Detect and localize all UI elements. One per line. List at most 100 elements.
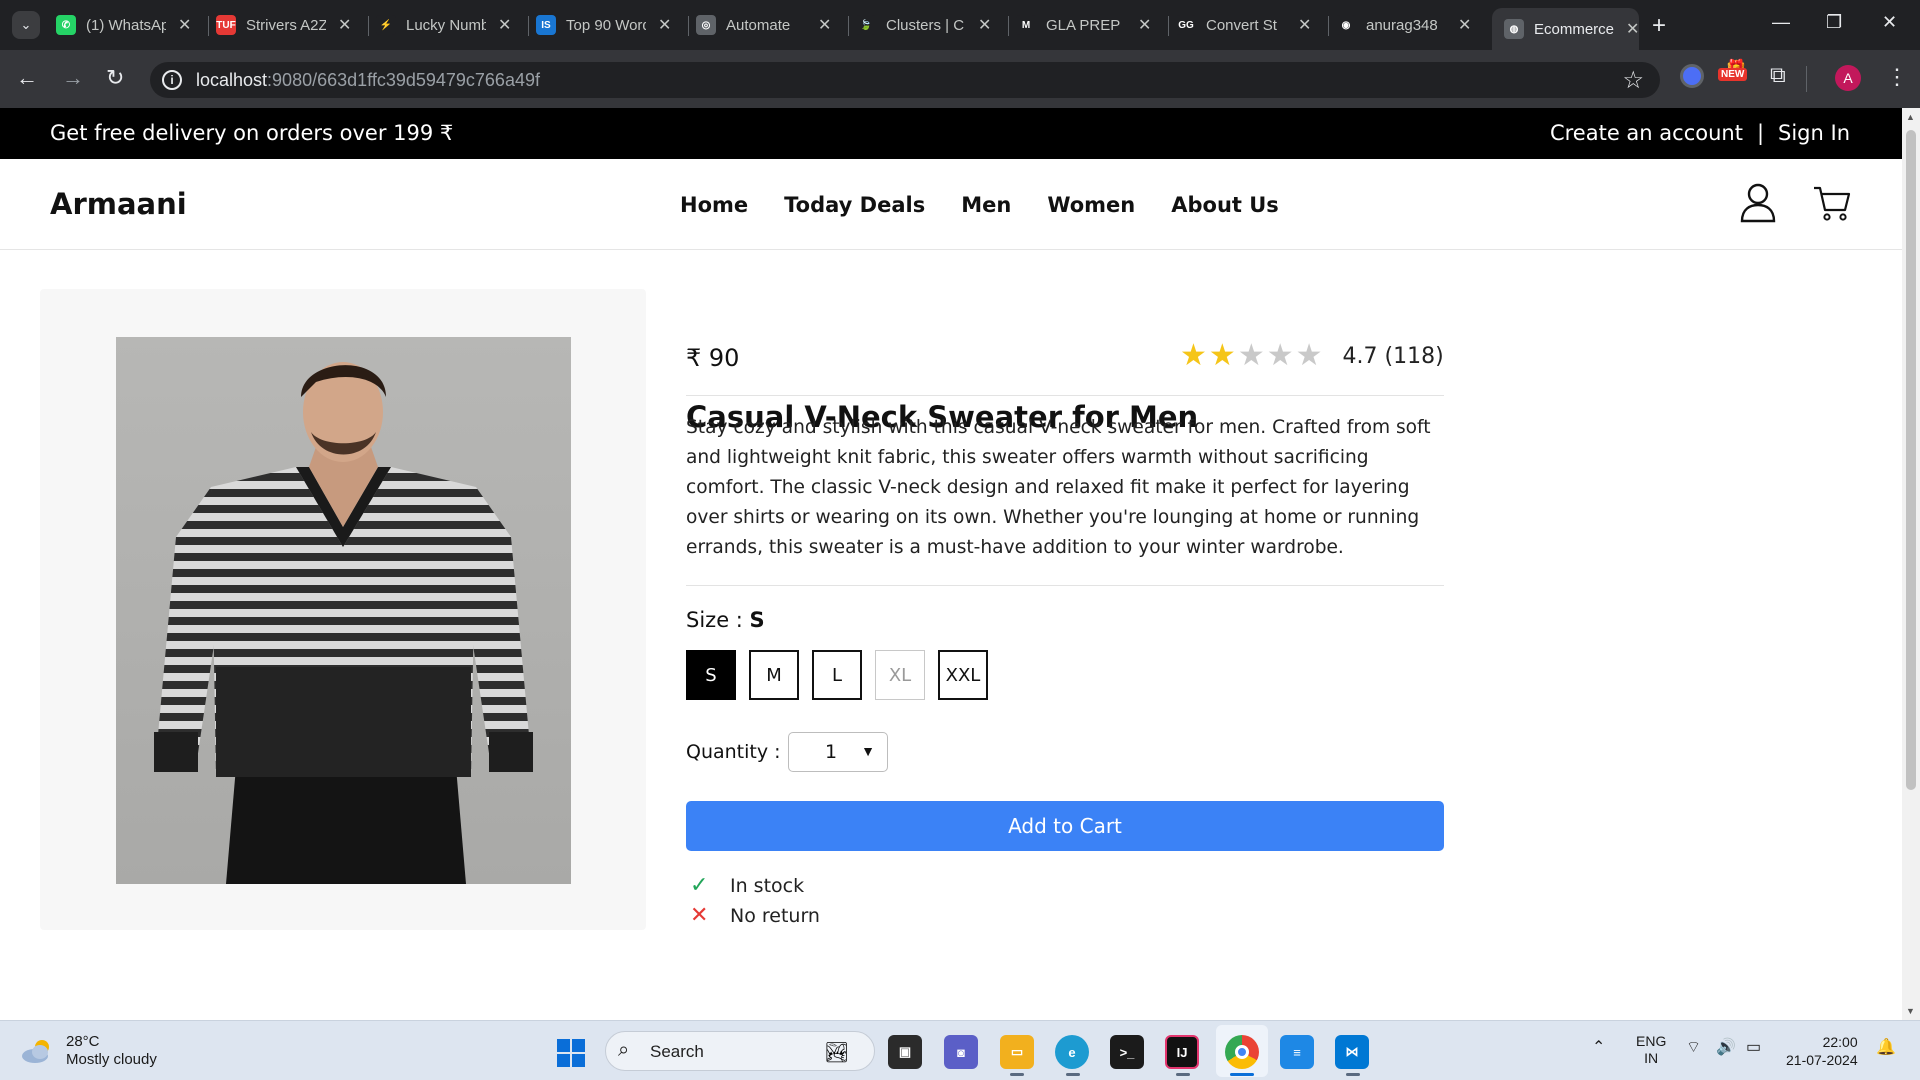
scrollbar-thumb[interactable]	[1906, 130, 1916, 790]
nav-home[interactable]: Home	[680, 193, 748, 217]
tab-close-icon[interactable]: ✕	[498, 15, 511, 35]
nav-about-us[interactable]: About Us	[1171, 193, 1279, 217]
whatsapp-icon: ✆	[56, 15, 76, 35]
app-indicator	[1346, 1073, 1360, 1076]
windows-start-icon[interactable]	[557, 1039, 585, 1067]
language-indicator[interactable]: ENG IN	[1636, 1033, 1666, 1067]
restore-button[interactable]: ❐	[1826, 12, 1842, 33]
github-icon: ◉	[1336, 15, 1356, 35]
address-bar[interactable]: i localhost:9080/663d1ffc39d59479c766a49…	[150, 62, 1660, 98]
openai-icon: ◎	[696, 15, 716, 35]
windows-taskbar: 28°C Mostly cloudy ⌕ Search 🏞 ▣ ◙ ▭ e >_…	[0, 1020, 1920, 1080]
browser-tab[interactable]: GG Convert St ✕	[1176, 8, 1311, 42]
scroll-up-arrow-icon[interactable]: ▲	[1906, 112, 1915, 122]
extensions-puzzle-icon[interactable]: ⧉	[1770, 62, 1786, 88]
globe-icon: ◍	[1504, 19, 1524, 39]
mongodb-icon: 🍃	[856, 15, 876, 35]
app-indicator	[1066, 1073, 1080, 1076]
gmail-icon: M	[1016, 15, 1036, 35]
page-scrollbar[interactable]: ▲ ▼	[1902, 108, 1920, 1020]
new-tab-button[interactable]: +	[1652, 12, 1666, 40]
tab-title: Strivers A2Z	[246, 16, 326, 34]
tab-separator	[1008, 16, 1009, 36]
extension-cursor-icon[interactable]	[1680, 64, 1704, 88]
tab-close-icon[interactable]: ✕	[1138, 15, 1151, 35]
tab-title: Ecommerce	[1534, 20, 1614, 38]
browser-tab[interactable]: ◍ Ecommerce ✕	[1492, 8, 1640, 50]
teams-chat-icon[interactable]: ◙	[944, 1035, 978, 1069]
battery-icon[interactable]: ▭	[1746, 1039, 1761, 1056]
tab-title: Top 90 Words	[566, 16, 646, 34]
tab-search-button[interactable]: ⌄	[12, 11, 40, 39]
browser-tab[interactable]: ✆ (1) WhatsApp ✕	[56, 8, 191, 42]
is-icon: IS	[536, 15, 556, 35]
tab-title: (1) WhatsApp	[86, 16, 166, 34]
clock-date: 21-07-2024	[1786, 1052, 1858, 1068]
nav-men[interactable]: Men	[961, 193, 1011, 217]
url-text[interactable]: localhost:9080/663d1ffc39d59479c766a49f	[196, 70, 540, 91]
tuf-icon: TUF	[216, 15, 236, 35]
lucky-number-icon: ⚡	[376, 15, 396, 35]
bookmark-star-icon[interactable]: ☆	[1622, 66, 1644, 95]
nav-women[interactable]: Women	[1047, 193, 1135, 217]
browser-tab[interactable]: ◉ anurag348 ✕	[1336, 8, 1471, 42]
file-explorer-icon[interactable]: ▭	[1000, 1035, 1034, 1069]
tab-title: anurag348	[1366, 16, 1438, 34]
notepad-icon[interactable]: ≡	[1280, 1035, 1314, 1069]
tab-close-icon[interactable]: ✕	[818, 15, 831, 35]
forward-button[interactable]: →	[62, 66, 84, 90]
tab-title: GLA PREP	[1046, 16, 1121, 34]
browser-tab[interactable]: ◎ Automate ✕	[696, 8, 831, 42]
account-links-separator: |	[1756, 121, 1765, 145]
tab-close-icon[interactable]: ✕	[658, 15, 671, 35]
browser-tab[interactable]: ⚡ Lucky Number ✕	[376, 8, 511, 42]
search-highlight-icon: 🏞	[824, 1042, 850, 1064]
chrome-icon[interactable]	[1225, 1035, 1259, 1069]
chevron-up-icon[interactable]: ⌃	[1592, 1039, 1605, 1056]
terminal-icon[interactable]: >_	[1110, 1035, 1144, 1069]
vscode-icon[interactable]: ⋈	[1335, 1035, 1369, 1069]
toolbar-divider	[1806, 66, 1807, 92]
browser-tab[interactable]: IS Top 90 Words ✕	[536, 8, 671, 42]
nav-today-deals[interactable]: Today Deals	[784, 193, 925, 217]
taskbar-search[interactable]: ⌕ Search 🏞	[605, 1031, 875, 1071]
system-clock[interactable]: 22:00 21-07-2024	[1786, 1033, 1858, 1069]
sign-in-link[interactable]: Sign In	[1778, 121, 1850, 145]
tab-close-icon[interactable]: ✕	[338, 15, 351, 35]
tab-close-icon[interactable]: ✕	[1626, 19, 1639, 39]
task-view-icon[interactable]: ▣	[888, 1035, 922, 1069]
browser-menu-icon[interactable]: ⋮	[1886, 64, 1908, 90]
tab-title: Lucky Number	[406, 16, 486, 34]
minimize-button[interactable]: —	[1772, 12, 1790, 33]
tab-close-icon[interactable]: ✕	[1458, 15, 1471, 35]
weather-widget[interactable]: 28°C Mostly cloudy	[20, 1033, 157, 1069]
app-indicator-active	[1230, 1073, 1254, 1076]
new-badge[interactable]: NEW	[1718, 68, 1748, 81]
tab-separator	[1168, 16, 1169, 36]
user-icon[interactable]	[1740, 183, 1776, 223]
cart-icon[interactable]	[1812, 183, 1852, 223]
edge-browser-icon[interactable]: e	[1055, 1035, 1089, 1069]
tab-close-icon[interactable]: ✕	[178, 15, 191, 35]
back-button[interactable]: ←	[16, 66, 38, 90]
intellij-icon[interactable]: IJ	[1165, 1035, 1199, 1069]
clock-time: 22:00	[1822, 1034, 1858, 1050]
volume-icon[interactable]: 🔊	[1716, 1039, 1736, 1056]
browser-tab[interactable]: 🍃 Clusters | C ✕	[856, 8, 991, 42]
site-info-icon[interactable]: i	[162, 70, 182, 90]
brand-logo[interactable]: Armaani	[50, 187, 187, 221]
tab-close-icon[interactable]: ✕	[978, 15, 991, 35]
scroll-down-arrow-icon[interactable]: ▼	[1906, 1006, 1915, 1016]
account-links: Create an account | Sign In	[1550, 121, 1850, 145]
browser-tab[interactable]: TUF Strivers A2Z ✕	[216, 8, 351, 42]
site-header: Armaani Home Today Deals Men Women About…	[0, 159, 1902, 250]
reload-button[interactable]: ↻	[106, 66, 124, 90]
tab-close-icon[interactable]: ✕	[1298, 15, 1311, 35]
profile-avatar[interactable]: A	[1835, 65, 1861, 91]
create-account-link[interactable]: Create an account	[1550, 121, 1743, 145]
product-image	[116, 337, 571, 884]
browser-tab[interactable]: M GLA PREP ✕	[1016, 8, 1151, 42]
wifi-icon[interactable]: ⌔	[1686, 1039, 1701, 1056]
close-window-button[interactable]: ✕	[1882, 12, 1897, 33]
notification-bell-icon[interactable]: 🔔	[1876, 1039, 1896, 1056]
